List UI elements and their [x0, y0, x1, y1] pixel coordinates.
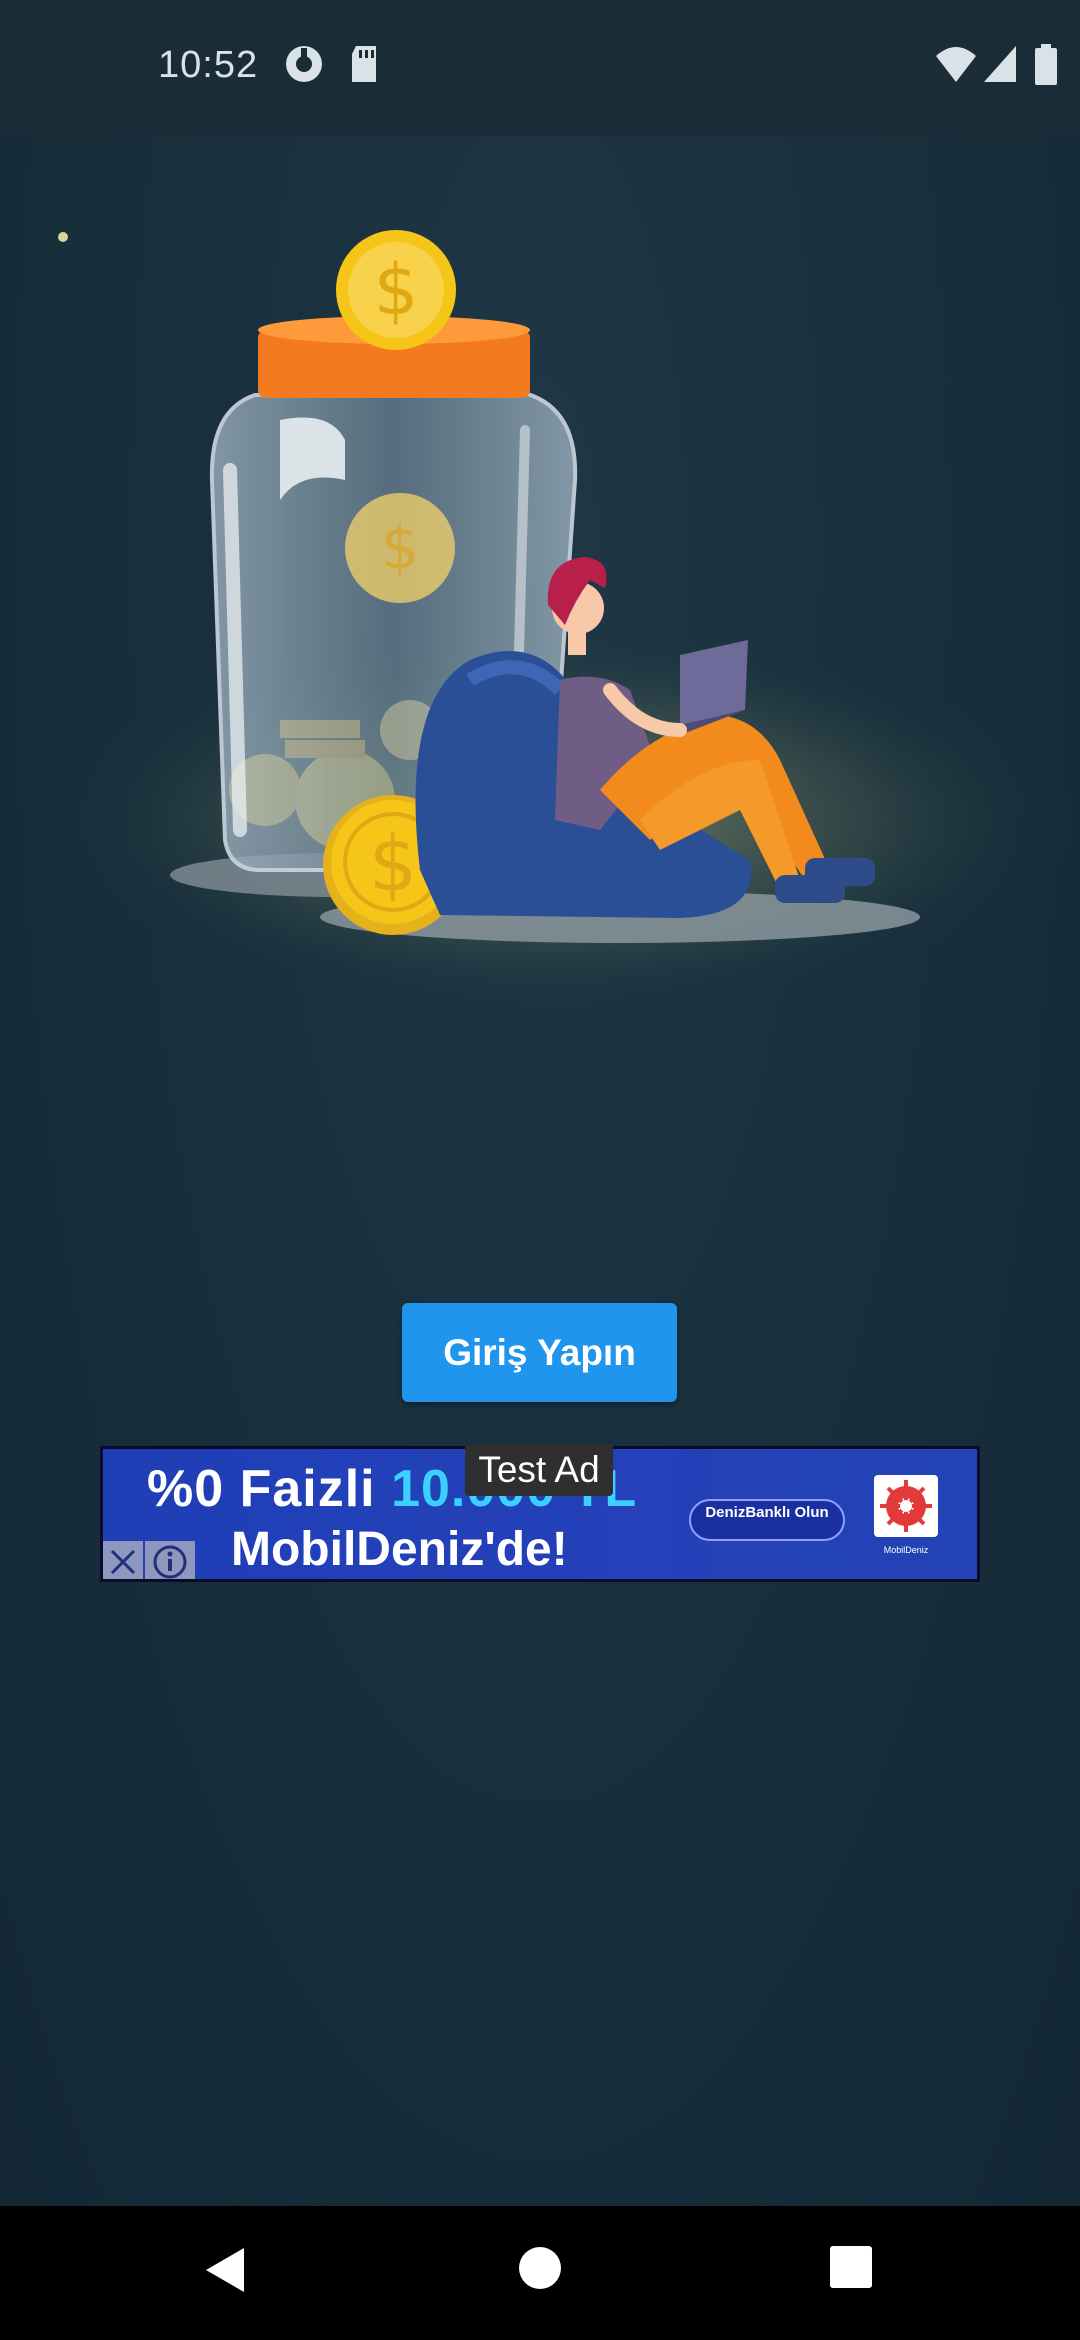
navigation-bar [0, 2206, 1080, 2340]
status-time: 10:52 [158, 44, 259, 86]
test-ad-label: Test Ad [465, 1444, 613, 1496]
battery-icon [1034, 44, 1058, 91]
svg-text:$: $ [374, 249, 419, 331]
ad-close-icon[interactable] [103, 1541, 143, 1579]
ad-cta-button[interactable]: DenizBanklı Olun [689, 1499, 845, 1541]
recents-icon[interactable] [830, 2246, 872, 2293]
ad-headline-prefix: %0 Faizli [147, 1460, 392, 1518]
back-icon[interactable] [204, 2246, 246, 2299]
signal-icon [982, 44, 1018, 89]
home-icon[interactable] [518, 2246, 562, 2295]
ad-info-icon[interactable] [145, 1541, 195, 1579]
ad-logo-caption: MobilDeniz [883, 1545, 929, 1555]
svg-text:$: $ [369, 819, 417, 908]
wifi-icon [934, 44, 978, 89]
login-button[interactable]: Giriş Yapın [402, 1303, 677, 1402]
ad-subheadline: MobilDeniz'de! [231, 1523, 568, 1576]
mobildeniz-logo-icon [874, 1475, 938, 1537]
status-bar: 10:52 [0, 0, 1080, 136]
vpn-key-icon [284, 44, 324, 89]
sd-card-icon [348, 44, 380, 89]
svg-text:$: $ [381, 513, 419, 583]
savings-illustration: $ $ $ [0, 180, 1080, 1040]
